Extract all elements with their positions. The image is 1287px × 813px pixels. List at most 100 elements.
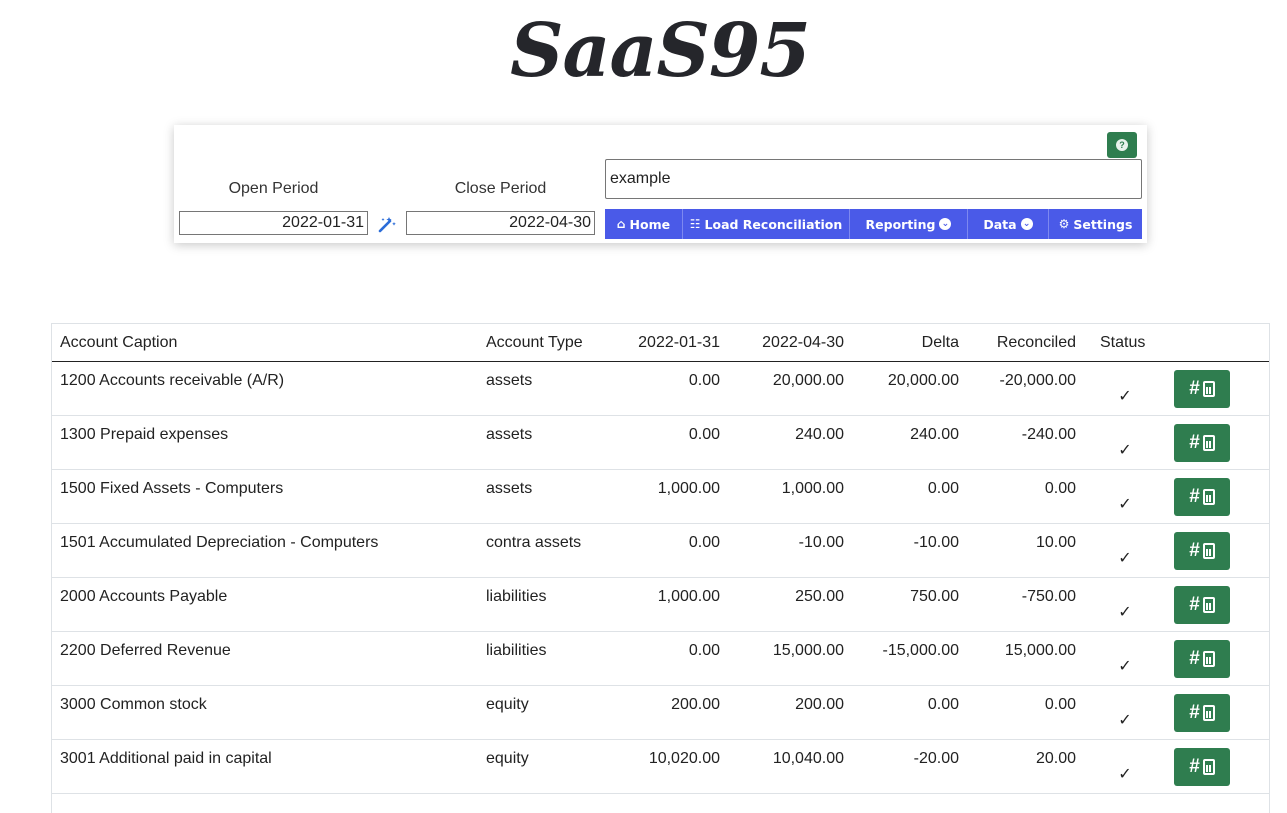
close-period-label: Close Period xyxy=(454,180,547,197)
close-balance-cell: -10.00 xyxy=(728,523,852,578)
nav-settings[interactable]: ⚙ Settings xyxy=(1049,209,1142,239)
column-header-account-type: Account Type xyxy=(478,324,604,362)
check-icon: ✓ xyxy=(1118,711,1132,729)
reconcile-calculator-button[interactable]: # xyxy=(1174,747,1230,786)
check-icon: ✓ xyxy=(1118,387,1132,405)
status-cell: ✓ xyxy=(1084,415,1166,470)
reconciled-cell: -240.00 xyxy=(967,415,1084,470)
nav-reporting[interactable]: Reporting ⌄ xyxy=(850,209,968,239)
delta-cell: 750.00 xyxy=(852,577,967,632)
nav-bar: ⌂ Home ☷ Load Reconciliation Reporting ⌄… xyxy=(605,209,1142,239)
chevron-down-icon: ⌄ xyxy=(939,218,952,230)
hash-icon: # xyxy=(1189,539,1200,561)
help-button[interactable]: ? xyxy=(1107,132,1137,158)
account-caption-cell: 2200 Deferred Revenue xyxy=(52,631,478,686)
hash-icon: # xyxy=(1189,755,1200,777)
account-type-cell: assets xyxy=(478,415,604,470)
action-cell: # xyxy=(1166,523,1269,578)
open-period-label: Open Period xyxy=(228,180,319,197)
close-balance-cell: 10,040.00 xyxy=(728,739,852,794)
reconciled-cell: -20,000.00 xyxy=(967,361,1084,416)
table-row: 1200 Accounts receivable (A/R) assets 0.… xyxy=(52,361,1269,416)
nav-home[interactable]: ⌂ Home xyxy=(605,209,683,239)
close-balance-cell: 15,000.00 xyxy=(728,631,852,686)
table-row: 2000 Accounts Payable liabilities 1,000.… xyxy=(52,577,1269,632)
status-cell: ✓ xyxy=(1084,523,1166,578)
open-balance-cell: 0.00 xyxy=(604,523,728,578)
close-balance-cell: 250.00 xyxy=(728,577,852,632)
check-icon: ✓ xyxy=(1118,603,1132,621)
nav-load-reconciliation[interactable]: ☷ Load Reconciliation xyxy=(683,209,850,239)
calculator-icon xyxy=(1202,542,1215,559)
column-header-actions xyxy=(1166,324,1269,362)
table-row: 1300 Prepaid expenses assets 0.00 240.00… xyxy=(52,415,1269,470)
hash-icon: # xyxy=(1189,485,1200,507)
table-row: 1500 Fixed Assets - Computers assets 1,0… xyxy=(52,469,1269,524)
close-period-input[interactable] xyxy=(406,211,595,235)
table-row: 3000 Common stock equity 200.00 200.00 0… xyxy=(52,685,1269,740)
action-cell: # xyxy=(1166,631,1269,686)
account-type-cell: contra assets xyxy=(478,523,604,578)
reconciled-cell: 15,000.00 xyxy=(967,631,1084,686)
open-period-input[interactable] xyxy=(179,211,368,235)
reconcile-calculator-button[interactable]: # xyxy=(1174,369,1230,408)
chevron-down-icon: ⌄ xyxy=(1020,218,1033,230)
open-balance-cell: 0.00 xyxy=(604,361,728,416)
open-balance-cell: 200.00 xyxy=(604,685,728,740)
status-cell: ✓ xyxy=(1084,631,1166,686)
reconcile-calculator-button[interactable]: # xyxy=(1174,585,1230,624)
delta-cell: -20.00 xyxy=(852,739,967,794)
account-type-cell: assets xyxy=(478,469,604,524)
calculator-icon xyxy=(1202,758,1215,775)
table-row: 2200 Deferred Revenue liabilities 0.00 1… xyxy=(52,631,1269,686)
calculator-icon xyxy=(1202,704,1215,721)
hash-icon: # xyxy=(1189,647,1200,669)
account-caption-cell: 1200 Accounts receivable (A/R) xyxy=(52,361,478,416)
action-cell: # xyxy=(1166,685,1269,740)
close-balance-cell: 200.00 xyxy=(728,685,852,740)
magic-wand-icon[interactable] xyxy=(377,214,397,234)
account-caption-cell: 2000 Accounts Payable xyxy=(52,577,478,632)
delta-cell: -10.00 xyxy=(852,523,967,578)
nav-settings-label: Settings xyxy=(1073,216,1133,232)
open-balance-cell: 0.00 xyxy=(604,631,728,686)
check-icon: ✓ xyxy=(1118,495,1132,513)
delta-cell: 240.00 xyxy=(852,415,967,470)
reconcile-calculator-button[interactable]: # xyxy=(1174,693,1230,732)
account-caption-cell: 3000 Common stock xyxy=(52,685,478,740)
status-cell: ✓ xyxy=(1084,739,1166,794)
action-cell: # xyxy=(1166,577,1269,632)
column-header-open-period: 2022-01-31 xyxy=(604,324,728,362)
search-input[interactable] xyxy=(605,159,1142,199)
calculator-icon xyxy=(1202,596,1215,613)
account-caption-cell: 1500 Fixed Assets - Computers xyxy=(52,469,478,524)
account-type-cell: equity xyxy=(478,685,604,740)
question-circle-icon: ? xyxy=(1116,139,1128,151)
close-balance-cell: 240.00 xyxy=(728,415,852,470)
check-icon: ✓ xyxy=(1118,657,1132,675)
reconciled-cell: 0.00 xyxy=(967,685,1084,740)
hash-icon: # xyxy=(1189,701,1200,723)
calculator-icon xyxy=(1202,380,1215,397)
reconcile-calculator-button[interactable]: # xyxy=(1174,477,1230,516)
reconcile-calculator-button[interactable]: # xyxy=(1174,639,1230,678)
open-balance-cell: 10,020.00 xyxy=(604,739,728,794)
reconciled-cell: 20.00 xyxy=(967,739,1084,794)
app-logo: SaaS95 xyxy=(510,8,811,94)
reconcile-calculator-button[interactable]: # xyxy=(1174,423,1230,462)
check-icon: ✓ xyxy=(1118,441,1132,459)
nav-data[interactable]: Data ⌄ xyxy=(968,209,1049,239)
action-cell: # xyxy=(1166,739,1269,794)
sliders-icon: ☷ xyxy=(689,217,701,231)
action-cell: # xyxy=(1166,361,1269,416)
reconciled-cell: -750.00 xyxy=(967,577,1084,632)
account-type-cell: assets xyxy=(478,361,604,416)
column-header-delta: Delta xyxy=(852,324,967,362)
reconcile-calculator-button[interactable]: # xyxy=(1174,531,1230,570)
account-caption-cell: 3001 Additional paid in capital xyxy=(52,739,478,794)
accounts-table: Account Caption Account Type 2022-01-31 … xyxy=(51,323,1270,813)
status-cell: ✓ xyxy=(1084,577,1166,632)
account-type-cell: equity xyxy=(478,739,604,794)
reconciled-cell: 0.00 xyxy=(967,469,1084,524)
check-icon: ✓ xyxy=(1118,549,1132,567)
